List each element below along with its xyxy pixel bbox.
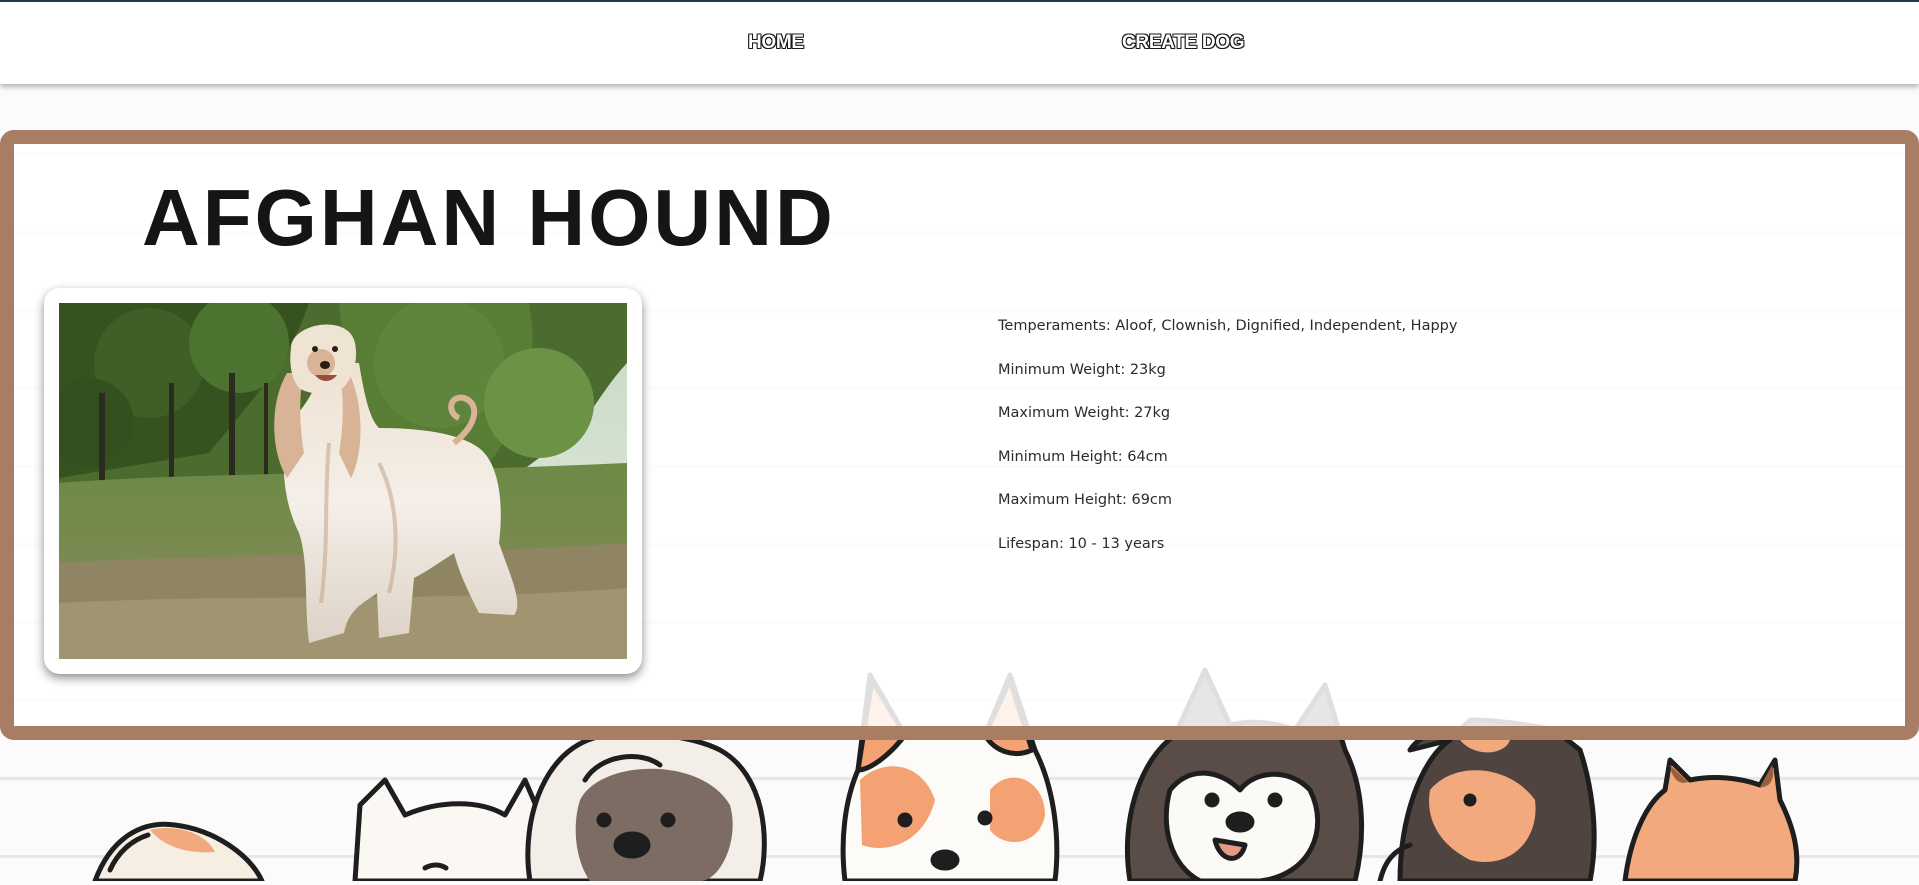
detail-max-height: Maximum Height: 69cm: [998, 492, 1173, 508]
nav-create-dog-link[interactable]: CREATE DOG: [1122, 32, 1245, 54]
dog-name-title: AFGHAN HOUND: [142, 173, 836, 262]
detail-min-weight: Minimum Weight: 23kg: [998, 361, 1166, 378]
detail-min-height: Minimum Height: 64cm: [998, 448, 1168, 465]
top-navbar: HOME CREATE DOG: [0, 0, 1919, 84]
dog-photo-frame: [44, 288, 642, 674]
detail-max-weight: Maximum Weight: 27kg: [998, 405, 1171, 421]
detail-temperaments: Temperaments: Aloof, Clownish, Dignified…: [998, 318, 1458, 334]
dog-detail-card: AFGHAN HOUND Temperaments: Aloof, Clowni…: [0, 130, 1919, 740]
nav-home-link[interactable]: HOME: [748, 32, 804, 54]
afghan-hound-photo: [59, 303, 627, 659]
detail-lifespan: Lifespan: 10 - 13 years: [998, 535, 1165, 552]
afghan-hound-image: [59, 303, 627, 659]
dog-details-list: Temperaments: Aloof, Clownish, Dignified…: [998, 316, 1457, 577]
